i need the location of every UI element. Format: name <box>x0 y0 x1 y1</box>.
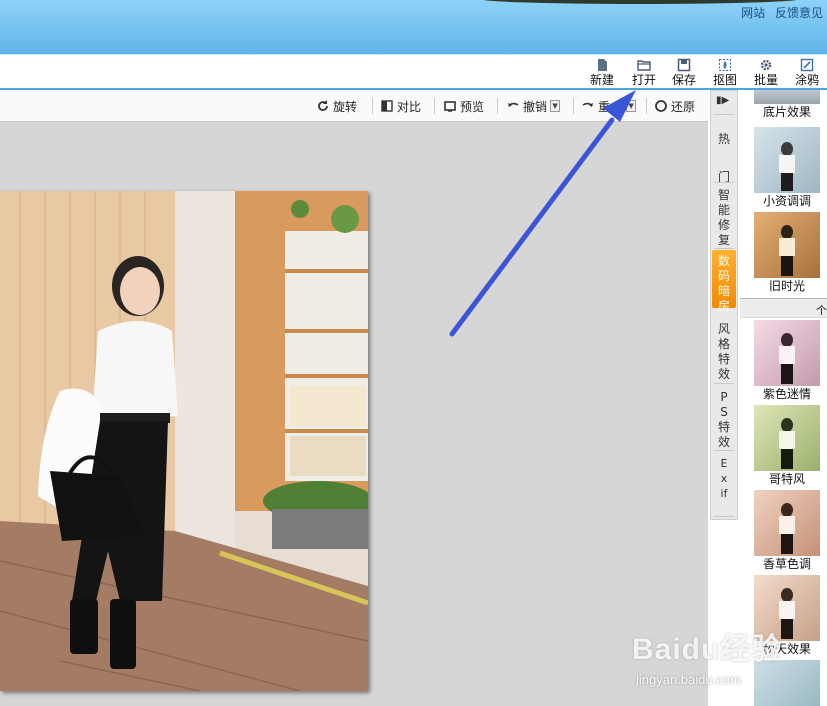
category-tabs: ▮▶ 热门 智能修复 数码暗房 风格特效 PS特效 Exif <box>708 90 740 706</box>
effect-gothic[interactable]: 哥特风 <box>754 405 826 487</box>
tab-smart-repair[interactable]: 智能修复 <box>712 188 736 248</box>
tab-ps-effects[interactable]: PS特效 <box>712 390 736 450</box>
compare-icon <box>381 100 393 112</box>
title-bar: 网站 反馈意见 <box>0 0 827 54</box>
tab-divider <box>714 182 734 183</box>
preview-button[interactable]: 预览 <box>443 97 484 115</box>
preview-icon <box>444 101 456 112</box>
photo-woman-with-bag <box>0 191 368 691</box>
effect-autumn[interactable]: 秋天效果 <box>754 575 826 657</box>
doodle-icon <box>800 58 814 72</box>
effect-old-times[interactable]: 旧时光 <box>754 212 826 294</box>
effect-next[interactable] <box>754 660 826 706</box>
collapse-panel-icon[interactable]: ▮▶ <box>716 95 729 106</box>
tab-divider <box>714 450 734 451</box>
restore-circle-icon <box>655 100 667 112</box>
main-toolbar: 新建 打开 保存 抠图 批量 涂鸦 <box>0 54 827 90</box>
edit-toolbar: 旋转 对比 预览 撤销 ▼ 重 ▼ 还原 <box>0 90 708 122</box>
edited-photo <box>0 191 368 691</box>
new-file-icon <box>598 59 607 71</box>
cutout-button[interactable]: 抠图 <box>706 57 744 89</box>
effects-section-divider: 个 <box>740 298 827 318</box>
restore-button[interactable]: 还原 <box>654 97 695 115</box>
effects-panel: 底片效果 小资调调 旧时光 个 紫色迷情 哥特风 香草色调 秋天效果 <box>740 90 827 706</box>
redo-button[interactable]: 重 ▼ <box>581 97 637 115</box>
compare-button[interactable]: 对比 <box>380 97 421 115</box>
toolbar-divider <box>646 98 647 114</box>
tab-exif[interactable]: Exif <box>712 456 736 501</box>
effect-vanilla[interactable]: 香草色调 <box>754 490 826 572</box>
tab-hot[interactable]: 热门 <box>712 120 736 196</box>
batch-button[interactable]: 批量 <box>747 57 785 89</box>
tab-divider <box>714 114 734 115</box>
doodle-button[interactable]: 涂鸦 <box>788 57 826 89</box>
effect-thumbnail <box>754 575 820 641</box>
save-button[interactable]: 保存 <box>665 57 703 89</box>
effect-purple-fantasy[interactable]: 紫色迷情 <box>754 320 826 402</box>
undo-button[interactable]: 撤销 ▼ <box>506 97 561 115</box>
undo-icon <box>508 102 519 107</box>
redo-icon <box>582 102 593 107</box>
batch-gear-icon <box>760 59 772 71</box>
effect-thumbnail <box>754 90 820 104</box>
effect-thumbnail <box>754 405 820 471</box>
toolbar-divider <box>497 98 498 114</box>
effect-thumbnail <box>754 490 820 556</box>
effect-thumbnail <box>754 660 820 706</box>
toolbar-divider <box>434 98 435 114</box>
tab-digital-darkroom[interactable]: 数码暗房 <box>712 250 736 313</box>
tab-divider <box>714 383 734 384</box>
open-folder-icon <box>637 60 651 71</box>
feedback-link[interactable]: 反馈意见 <box>775 6 823 20</box>
toolbar-divider <box>372 98 373 114</box>
save-disk-icon <box>677 58 691 72</box>
effect-thumbnail <box>754 212 820 278</box>
open-button[interactable]: 打开 <box>625 57 663 89</box>
top-links: 网站 反馈意见 <box>735 4 823 21</box>
cutout-icon <box>719 59 731 71</box>
undo-dropdown-icon[interactable]: ▼ <box>550 100 561 112</box>
effect-petite-bourgeois[interactable]: 小资调调 <box>754 127 826 209</box>
tab-divider <box>714 516 734 517</box>
effect-thumbnail <box>754 320 820 386</box>
effect-negative[interactable]: 底片效果 <box>754 90 826 120</box>
redo-dropdown-icon[interactable]: ▼ <box>626 100 637 112</box>
toolbar-divider <box>573 98 574 114</box>
rotate-icon <box>318 100 328 111</box>
tab-style-effects[interactable]: 风格特效 <box>712 322 736 382</box>
image-canvas[interactable] <box>0 123 708 706</box>
new-button[interactable]: 新建 <box>583 57 621 89</box>
tab-divider <box>714 248 734 249</box>
effect-thumbnail <box>754 127 820 193</box>
website-link[interactable]: 网站 <box>741 6 765 20</box>
rotate-button[interactable]: 旋转 <box>316 97 357 115</box>
